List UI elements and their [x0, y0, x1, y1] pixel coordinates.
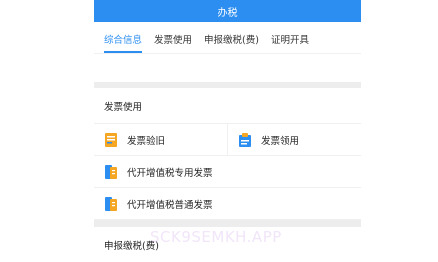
tab-declare-tax[interactable]: 申报缴税(费) — [204, 22, 259, 54]
title-bar: 办税 — [94, 0, 361, 22]
invoice-receive-icon — [239, 132, 251, 147]
section-title-invoice: 发票使用 — [94, 88, 361, 124]
vat-special-invoice-icon — [105, 164, 117, 179]
vat-ordinary-invoice-item[interactable]: 代开增值税普通发票 — [94, 188, 361, 219]
invoice-row-2: 代开增值税专用发票 — [94, 156, 361, 188]
tab-bar: 综合信息 发票使用 申报缴税(费) 证明开具 — [94, 22, 361, 54]
vat-ordinary-invoice-label: 代开增值税普通发票 — [127, 199, 213, 211]
vat-special-invoice-item[interactable]: 代开增值税专用发票 — [94, 156, 361, 187]
tab-invoice-use[interactable]: 发票使用 — [154, 22, 192, 54]
tab-certificate[interactable]: 证明开具 — [271, 22, 309, 54]
blank-area — [94, 54, 361, 82]
invoice-row-3: 代开增值税普通发票 — [94, 188, 361, 220]
invoice-check-item[interactable]: 发票验旧 — [94, 124, 228, 155]
invoice-check-icon — [105, 132, 117, 147]
vat-ordinary-invoice-icon — [105, 196, 117, 211]
invoice-receive-label: 发票领用 — [261, 135, 300, 147]
invoice-row-1: 发票验旧 发票领用 — [94, 124, 361, 156]
mobile-screen: 办税 综合信息 发票使用 申报缴税(费) 证明开具 发票使用 发票验旧 发票领用… — [94, 0, 361, 262]
page-title: 办税 — [217, 7, 238, 19]
invoice-check-label: 发票验旧 — [127, 135, 166, 147]
tab-general-info[interactable]: 综合信息 — [104, 22, 143, 54]
vat-special-invoice-label: 代开增值税专用发票 — [127, 167, 213, 179]
section-divider — [94, 220, 361, 227]
invoice-receive-item[interactable]: 发票领用 — [228, 124, 361, 155]
watermark: SCK9SEMKH.APP — [150, 228, 282, 246]
